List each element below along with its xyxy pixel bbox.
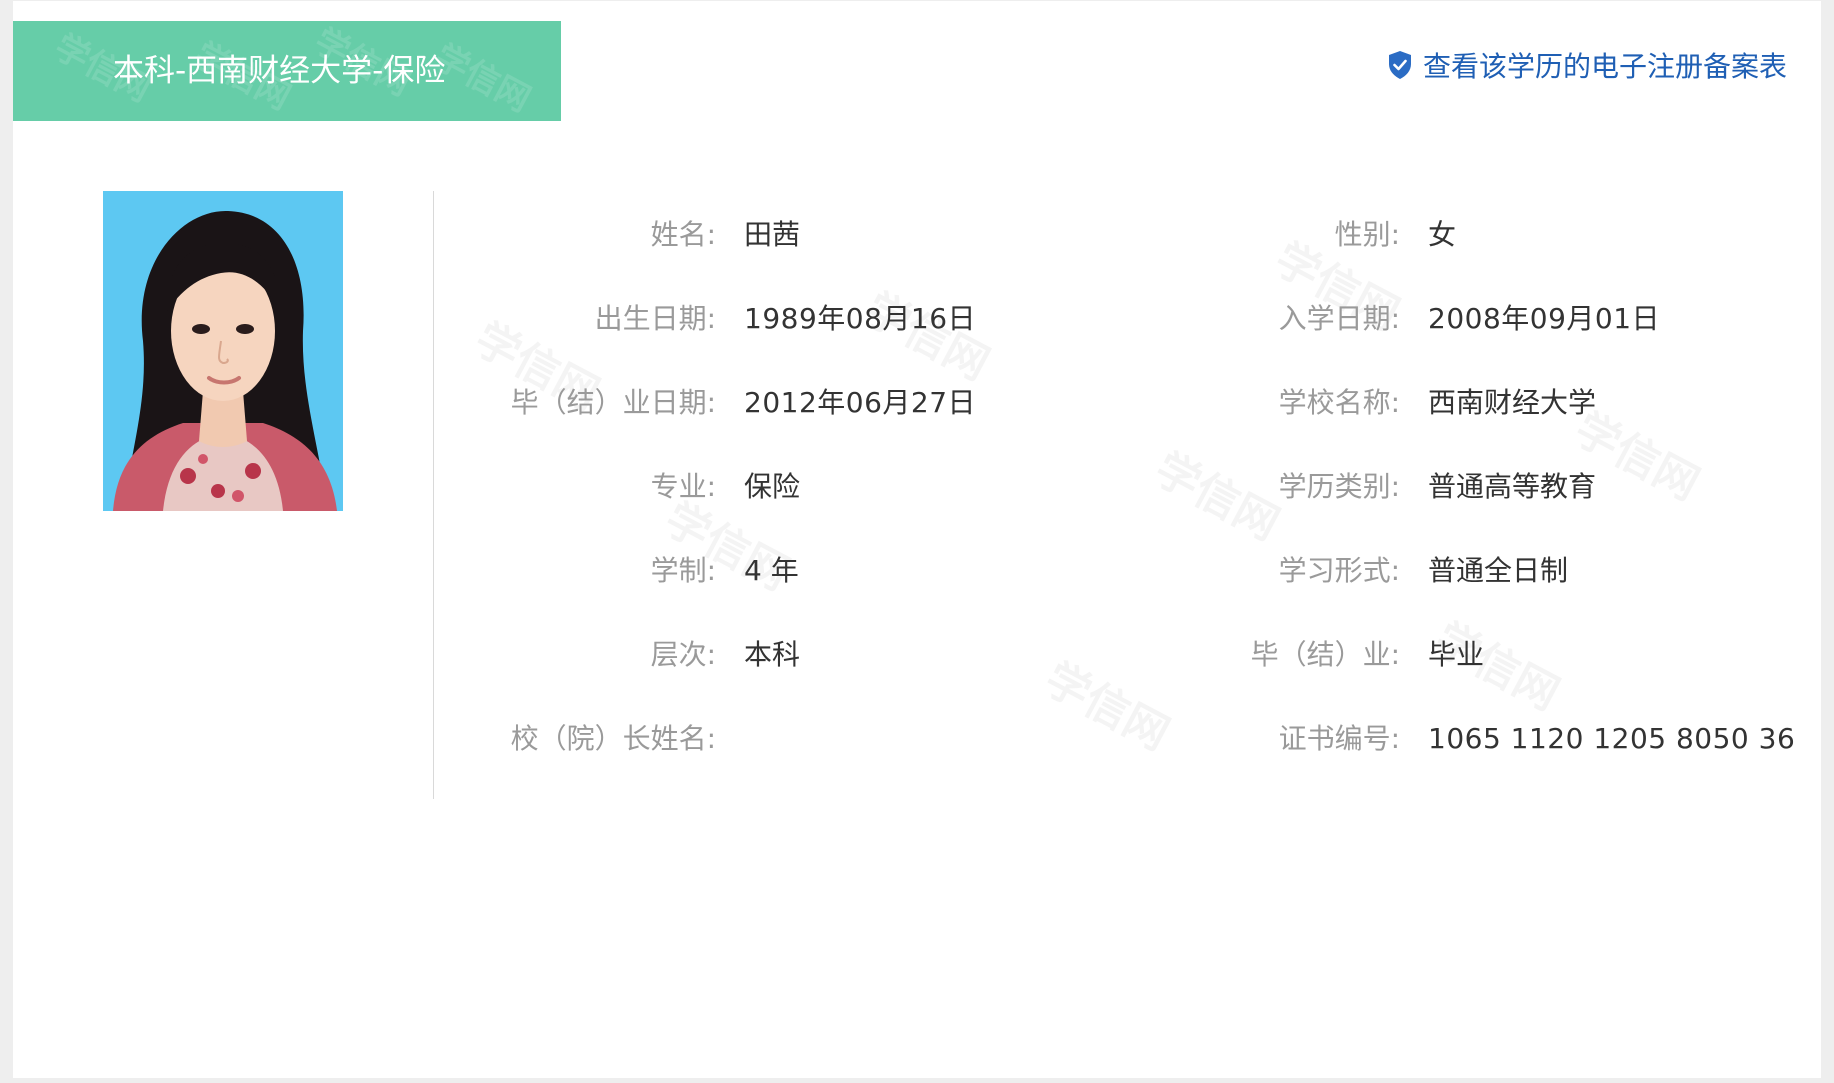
field-value: 本科 [744,638,801,671]
field-value: 2008年09月01日 [1428,302,1661,335]
field-birth-date: 出生日期: 1989年08月16日 [595,299,977,339]
field-label: 学校名称: [1278,386,1400,419]
record-header-tab: 学信网 学信网 学信网 学信网 本科-西南财经大学-保险 [13,21,561,121]
field-school-name: 学校名称: 西南财经大学 [1279,383,1597,423]
field-label: 毕（结）业: [1250,638,1400,671]
field-value: 普通高等教育 [1428,470,1597,503]
watermark: 学信网 [1146,434,1293,552]
field-label: 学制: [650,554,716,587]
field-value: 2012年06月27日 [744,386,977,419]
field-label: 学历类别: [1278,470,1400,503]
field-study-mode: 学习形式: 普通全日制 [1279,551,1569,591]
field-value: 毕业 [1428,638,1485,671]
field-label: 专业: [650,470,716,503]
field-value: 田茜 [744,218,801,251]
field-level: 层次: 本科 [651,635,801,675]
field-label: 毕（结）业日期: [510,386,716,419]
field-value: 普通全日制 [1428,554,1569,587]
field-certificate-number: 证书编号: 1065 1120 1205 8050 36 [1279,719,1796,759]
field-duration: 学制: 4 年 [651,551,799,591]
field-value: 4 年 [744,554,799,587]
field-value: 女 [1428,218,1457,251]
field-label: 性别: [1334,218,1400,251]
field-graduation-date: 毕（结）业日期: 2012年06月27日 [511,383,977,423]
education-record-card: 学信网 学信网 学信网 学信网 学信网 学信网 学信网 学信网 学信网 学信网 … [13,1,1821,1078]
record-title: 本科-西南财经大学-保险 [113,53,446,89]
shield-check-icon [1388,51,1411,79]
field-enrollment-date: 入学日期: 2008年09月01日 [1279,299,1661,339]
field-label: 入学日期: [1278,302,1400,335]
view-registration-form-link[interactable]: 查看该学历的电子注册备案表 [1387,45,1787,85]
field-label: 姓名: [650,218,716,251]
field-major: 专业: 保险 [651,467,801,507]
field-label: 证书编号: [1278,722,1400,755]
student-photo [103,191,343,511]
field-label: 校（院）长姓名: [510,722,716,755]
field-value: 1989年08月16日 [744,302,977,335]
field-label: 出生日期: [594,302,716,335]
view-registration-form-label: 查看该学历的电子注册备案表 [1422,50,1787,83]
field-graduation-status: 毕（结）业: 毕业 [1251,635,1485,675]
field-gender: 性别: 女 [1335,215,1457,255]
field-label: 层次: [650,638,716,671]
field-value: 保险 [744,470,801,503]
field-value: 1065 1120 1205 8050 36 [1428,722,1796,755]
field-education-type: 学历类别: 普通高等教育 [1279,467,1597,507]
field-label: 学习形式: [1278,554,1400,587]
vertical-divider [433,191,434,799]
watermark: 学信网 [1036,644,1183,762]
field-name: 姓名: 田茜 [651,215,801,255]
student-portrait-image [103,191,343,511]
field-value: 西南财经大学 [1428,386,1597,419]
